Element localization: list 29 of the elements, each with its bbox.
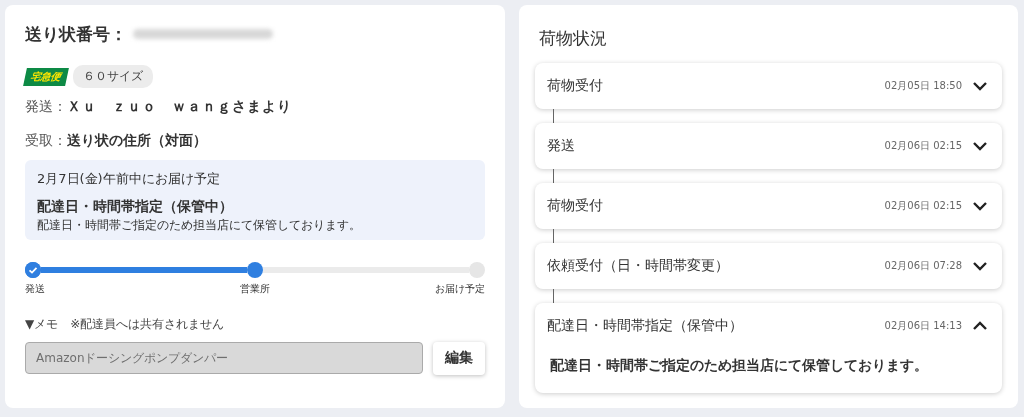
event-title: 発送	[547, 137, 576, 155]
event-time: 02月06日 02:15	[884, 139, 962, 153]
delivery-detail: 配達日・時間帯ご指定のため担当店にて保管しております。	[37, 218, 362, 234]
status-event-card[interactable]: 発送 02月06日 02:15	[535, 123, 1002, 169]
event-detail: 配達日・時間帯ご指定のため担当店にて保管しております。	[549, 356, 929, 375]
event-title: 依頼受付（日・時間帯変更）	[547, 257, 730, 275]
status-event-card[interactable]: 荷物受付 02月06日 02:15	[535, 183, 1002, 229]
event-time: 02月06日 07:28	[884, 259, 962, 273]
event-title: 荷物受付	[547, 197, 604, 215]
receiver-text: 受取：送り状の住所（対面）	[25, 132, 208, 150]
memo-label: ▼メモ ※配達員へは共有されません	[25, 315, 226, 333]
step-label: 営業所	[240, 281, 270, 296]
service-badge: 宅急便	[23, 67, 69, 86]
step-label: 発送	[25, 281, 45, 296]
delivery-status: 配達日・時間帯指定（保管中）	[37, 198, 234, 216]
event-time: 02月06日 14:13	[884, 319, 962, 333]
tracking-number-label: 送り状番号：	[25, 22, 127, 46]
event-time: 02月06日 02:15	[884, 199, 962, 213]
size-tag: ６０サイズ	[73, 65, 153, 88]
delivery-date: 2月7日(金)午前中にお届け予定	[37, 170, 221, 188]
status-heading: 荷物状況	[539, 27, 608, 50]
event-time: 02月05日 18:50	[884, 79, 962, 93]
event-title: 配達日・時間帯指定（保管中）	[547, 317, 744, 335]
status-event-card[interactable]: 配達日・時間帯指定（保管中） 02月06日 14:13 配達日・時間帯ご指定のため担当店にて保管しております。	[535, 303, 1002, 393]
status-event-card[interactable]: 荷物受付 02月05日 18:50	[535, 63, 1002, 109]
sender-text: 発送：Ｘｕ ｚｕｏ ｗａｎｇさまより	[25, 98, 293, 116]
step-label: お届け予定	[435, 281, 485, 296]
event-title: 荷物受付	[547, 77, 604, 95]
status-event-card[interactable]: 依頼受付（日・時間帯変更） 02月06日 07:28	[535, 243, 1002, 289]
